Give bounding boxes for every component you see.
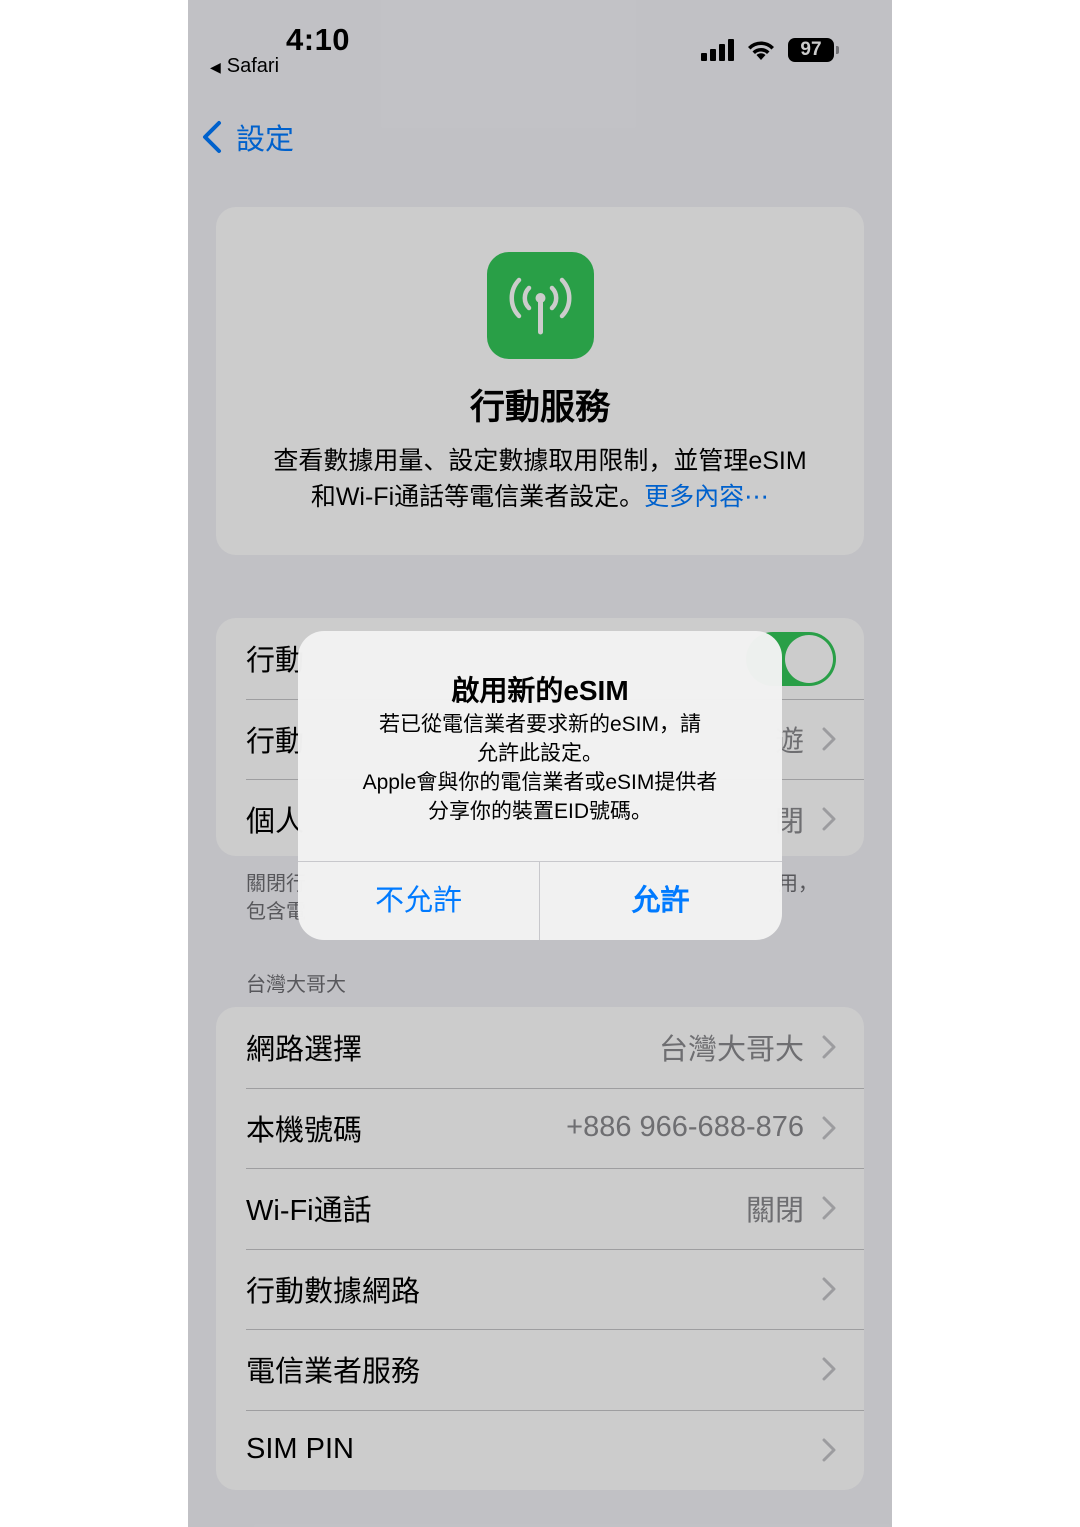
alert-message-line-1: 若已從電信業者要求新的eSIM，請 [378, 713, 701, 736]
settings-screen: 4:10 ◀ Safari 97 設定 行動服務 查看數據用量、設定數據取用限制… [188, 0, 892, 1527]
alert-title: 啟用新的eSIM [451, 675, 629, 706]
esim-alert-dialog: 啟用新的eSIM 若已從電信業者要求新的eSIM，請 允許此設定。 Apple會… [298, 631, 782, 940]
alert-message-line-2: 允許此設定。 [477, 742, 603, 765]
allow-button[interactable]: 允許 [540, 862, 781, 940]
alert-message: 若已從電信業者要求新的eSIM，請 允許此設定。 Apple會與你的電信業者或e… [328, 710, 752, 826]
deny-button[interactable]: 不允許 [298, 862, 539, 940]
alert-message-line-3: Apple會與你的電信業者或eSIM提供者 [362, 771, 718, 794]
alert-message-line-4: 分享你的裝置EID號碼。 [427, 800, 652, 823]
